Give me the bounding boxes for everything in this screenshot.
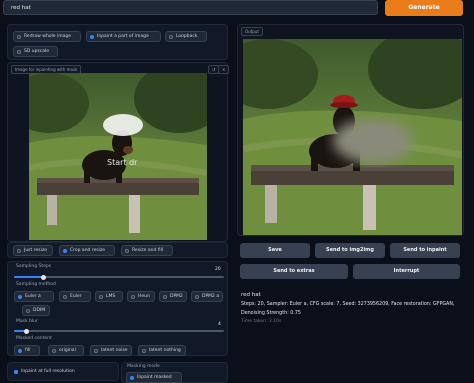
- radio-icon: [63, 248, 67, 253]
- masked-latent-nothing[interactable]: latent nothing: [138, 345, 186, 356]
- mask-blur-value[interactable]: 4: [218, 322, 221, 327]
- input-image[interactable]: Start dr: [29, 73, 207, 240]
- sampler-ddim[interactable]: DDIM: [22, 305, 50, 316]
- radio-icon: [90, 34, 94, 39]
- sampler-dpm2-a[interactable]: DPM2 a: [191, 291, 223, 302]
- send-to-img2img-button[interactable]: Send to img2img: [315, 243, 385, 258]
- masking-mode-inpaint-masked[interactable]: Inpaint masked: [126, 372, 182, 383]
- sampling-steps-handle[interactable]: [40, 274, 46, 280]
- masked-latent-noise[interactable]: latent noise: [90, 345, 132, 356]
- save-button[interactable]: Save: [240, 243, 310, 258]
- radio-icon: [63, 294, 67, 299]
- radio-icon: [169, 34, 173, 39]
- canvas-overlay-text: Start dr: [107, 158, 138, 167]
- radio-icon: [94, 348, 98, 353]
- sampling-steps-value[interactable]: 20: [215, 267, 221, 272]
- sampler-lms[interactable]: LMS: [95, 291, 123, 302]
- radio-icon: [18, 348, 22, 353]
- input-image-panel[interactable]: Image for inpainting with mask ↺ ✕ Start…: [7, 62, 230, 242]
- radio-icon: [17, 49, 21, 54]
- radio-icon: [17, 34, 21, 39]
- masking-mode-panel: Masking mode Inpaint masked: [121, 362, 228, 383]
- masked-fill[interactable]: fill: [14, 345, 40, 356]
- radio-icon: [99, 294, 103, 299]
- output-image[interactable]: [243, 39, 462, 235]
- sampling-steps-fill: [14, 276, 44, 278]
- inpaint-full-res-checkbox[interactable]: Inpaint at full resolution: [11, 367, 86, 378]
- radio-icon: [142, 348, 146, 353]
- radio-icon: [163, 294, 167, 299]
- mask-blur-handle[interactable]: [24, 328, 30, 334]
- radio-icon: [195, 294, 199, 299]
- output-label: Output: [241, 27, 263, 36]
- radio-icon: [18, 294, 22, 299]
- inpaint-full-res-panel: Inpaint at full resolution: [7, 362, 119, 381]
- radio-icon: [130, 375, 134, 380]
- close-icon[interactable]: ✕: [218, 65, 230, 74]
- masking-mode-label: Masking mode: [127, 364, 160, 369]
- mask-blur-track[interactable]: [14, 330, 224, 332]
- resize-fill[interactable]: Resize and fill: [121, 245, 173, 256]
- sampling-steps-label: Sampling Steps: [16, 264, 52, 269]
- sampling-method-label: Sampling method: [16, 282, 56, 287]
- sampler-dpm2[interactable]: DPM2: [159, 291, 187, 302]
- settings-panel: Sampling Steps 20 Sampling method Euler …: [7, 261, 228, 356]
- radio-icon: [125, 248, 129, 253]
- mode-loopback[interactable]: Loopback: [165, 31, 207, 42]
- radio-icon: [52, 348, 56, 353]
- radio-icon: [131, 294, 135, 299]
- sampler-euler[interactable]: Euler: [59, 291, 91, 302]
- sampler-euler-a[interactable]: Euler a: [14, 291, 54, 302]
- resize-panel: Just resize Crop and resize Resize and f…: [7, 242, 228, 258]
- checkbox-icon: [14, 369, 18, 374]
- masked-original[interactable]: original: [48, 345, 84, 356]
- output-panel: Output: [237, 24, 464, 236]
- interrupt-button[interactable]: Interrupt: [353, 264, 460, 279]
- dog-photo-output: [243, 39, 462, 235]
- mode-panel: Redraw whole image Inpaint a part of ima…: [7, 24, 228, 60]
- sampler-heun[interactable]: Heun: [127, 291, 155, 302]
- info-title: red hat: [241, 292, 261, 298]
- mode-inpaint-part[interactable]: Inpaint a part of image: [86, 31, 161, 42]
- resize-just[interactable]: Just resize: [13, 245, 53, 256]
- info-time: Time taken: 2.10s: [241, 319, 282, 324]
- info-line-1: Steps: 20, Sampler: Euler a, CFG scale: …: [241, 302, 455, 307]
- resize-crop[interactable]: Crop and resize: [59, 245, 115, 256]
- send-to-extras-button[interactable]: Send to extras: [240, 264, 348, 279]
- dog-photo-input: [29, 73, 207, 240]
- mode-sd-upscale[interactable]: SD upscale: [13, 46, 58, 57]
- mode-redraw-whole-image[interactable]: Redraw whole image: [13, 31, 81, 42]
- generate-button[interactable]: Generate: [385, 0, 463, 16]
- generation-info-panel: red hat Steps: 20, Sampler: Euler a, CFG…: [237, 285, 464, 330]
- prompt-input[interactable]: red hat: [3, 0, 378, 15]
- mask-blur-label: Mask blur: [16, 319, 38, 324]
- send-to-inpaint-button[interactable]: Send to inpaint: [390, 243, 460, 258]
- radio-icon: [26, 308, 30, 313]
- masked-content-label: Masked content: [16, 336, 52, 341]
- radio-icon: [17, 248, 21, 253]
- app-root: red hat Generate Redraw whole image Inpa…: [0, 0, 474, 383]
